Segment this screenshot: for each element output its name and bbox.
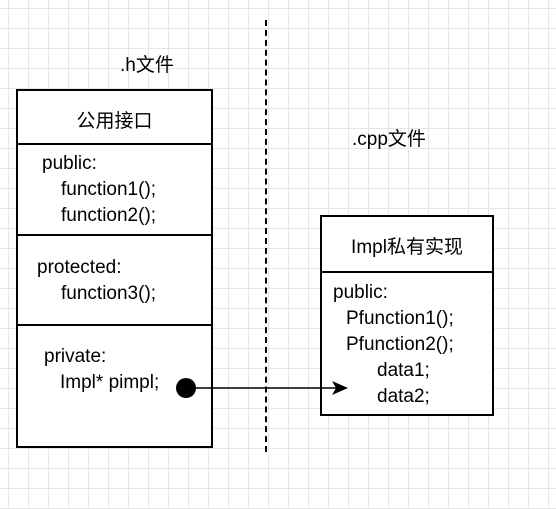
pointer-origin-dot[interactable]	[176, 378, 196, 398]
pimpl-pointer-arrow	[190, 381, 348, 395]
